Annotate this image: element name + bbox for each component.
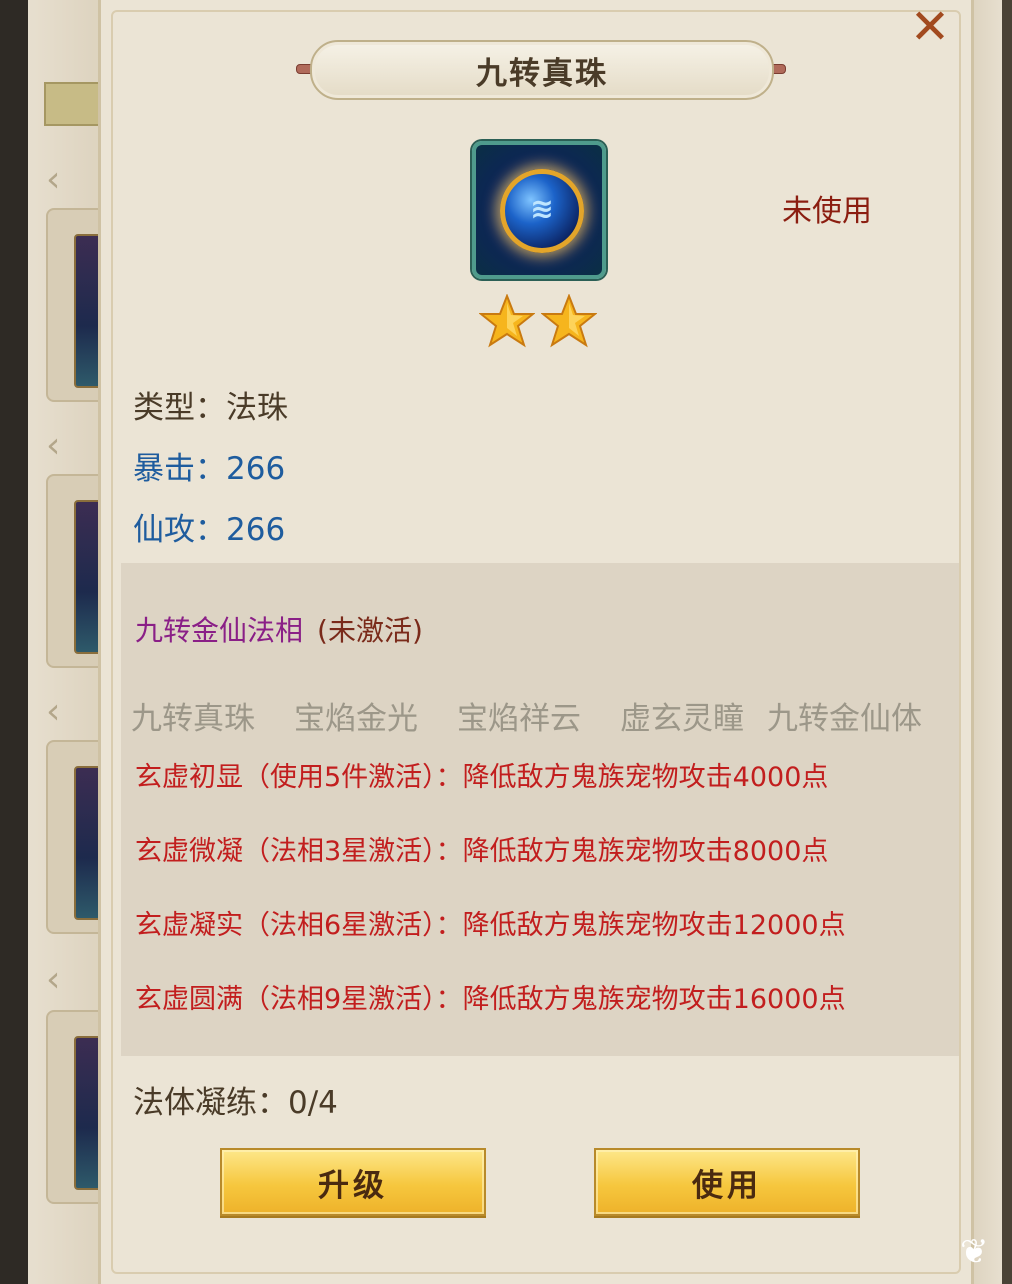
- attack-value: 266: [226, 512, 286, 548]
- title-plaque: 九转真珠: [310, 40, 774, 100]
- chevron-left-icon: ‹: [46, 425, 61, 466]
- attack-label: 仙攻：: [133, 512, 226, 548]
- chevron-left-icon: ‹: [46, 959, 61, 1000]
- background-tab: [44, 82, 104, 126]
- set-activation-state: (未激活): [317, 614, 423, 647]
- refine-value: 0/4: [288, 1085, 338, 1121]
- set-piece: 宝焰祥云: [457, 701, 581, 737]
- use-button[interactable]: 使用: [594, 1148, 860, 1216]
- item-type-row: 类型：法珠: [133, 382, 288, 427]
- item-type-value: 法珠: [226, 390, 288, 426]
- set-bonus-box: 九转金仙法相 (未激活) 九转真珠 宝焰金光 宝焰祥云 虚玄灵瞳 九转金仙体 玄虚…: [121, 563, 959, 1056]
- refine-progress: 法体凝练：0/4: [133, 1077, 338, 1122]
- set-piece: 九转真珠: [131, 701, 255, 737]
- set-effect-row: 玄虚微凝（法相3星激活）：降低敌方鬼族宠物攻击8000点: [135, 836, 829, 867]
- set-piece: 宝焰金光: [294, 701, 418, 737]
- blue-pearl-icon: ≋: [472, 141, 606, 279]
- refine-label: 法体凝练：: [133, 1085, 288, 1121]
- attack-stat-row: 仙攻：266: [133, 504, 285, 549]
- crit-stat-row: 暴击：266: [133, 443, 285, 488]
- star-icon: [479, 294, 535, 348]
- set-header: 九转金仙法相 (未激活): [135, 609, 423, 649]
- close-button[interactable]: ✕: [905, 0, 955, 55]
- set-name: 九转金仙法相: [135, 614, 304, 647]
- star-rating: [479, 294, 597, 348]
- star-icon: [541, 294, 597, 348]
- background-right-strip: [972, 0, 1012, 1284]
- set-effect-row: 玄虚圆满（法相9星激活）：降低敌方鬼族宠物攻击16000点: [135, 984, 846, 1015]
- set-piece: 虚玄灵瞳: [620, 701, 744, 737]
- crit-value: 266: [226, 451, 286, 487]
- feather-icon: ❦: [960, 1232, 989, 1272]
- item-type-label: 类型：: [133, 390, 226, 426]
- chevron-left-icon: ‹: [46, 691, 61, 732]
- close-icon[interactable]: ✕: [910, 0, 950, 55]
- chevron-left-icon: ‹: [46, 159, 61, 200]
- upgrade-button[interactable]: 升级: [220, 1148, 486, 1216]
- orb-graphic: ≋: [500, 169, 584, 253]
- set-effect-row: 玄虚凝实（法相6星激活）：降低敌方鬼族宠物攻击12000点: [135, 910, 846, 941]
- equip-status: 未使用: [782, 194, 872, 229]
- set-effect-row: 玄虚初显（使用5件激活）：降低敌方鬼族宠物攻击4000点: [135, 762, 829, 793]
- set-pieces-list: 九转真珠 宝焰金光 宝焰祥云 虚玄灵瞳 九转金仙体: [131, 693, 951, 737]
- dialog-title: 九转真珠: [476, 55, 608, 92]
- set-piece: 九转金仙体: [767, 701, 922, 737]
- crit-label: 暴击：: [133, 451, 226, 487]
